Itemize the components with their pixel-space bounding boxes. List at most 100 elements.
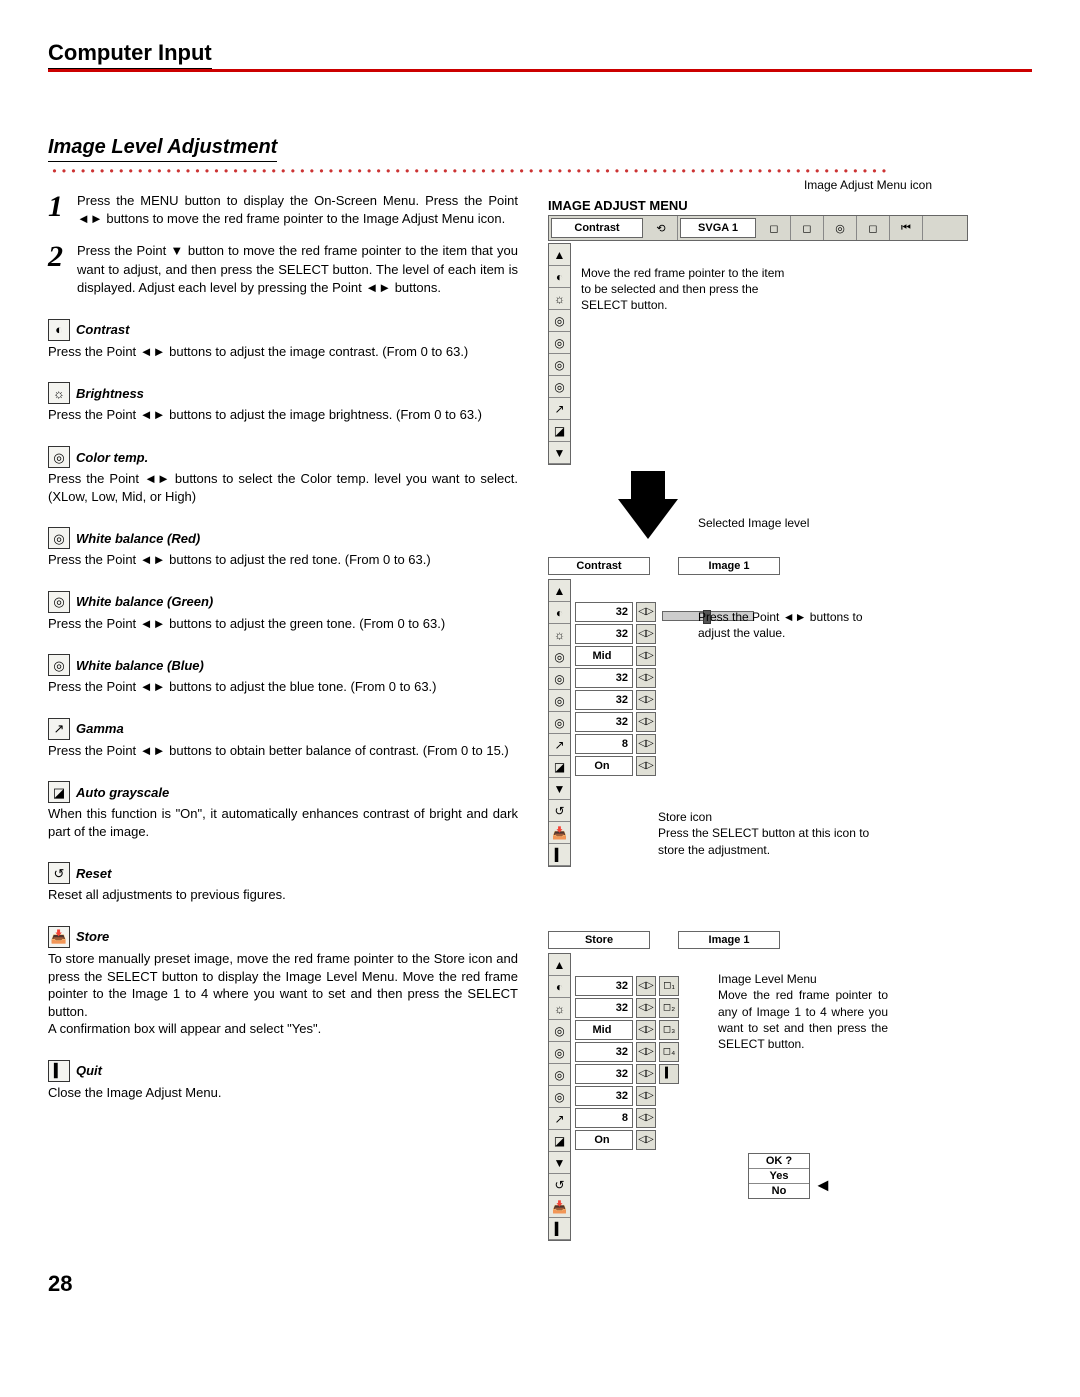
ok-no: No [749,1184,809,1198]
left-column: 1 Press the MENU button to display the O… [48,178,518,1241]
icon-column: ▲ ◐ ☼ ◎ ◎ ◎ ◎ ↗ ◪ ▼ [548,243,571,465]
icon-column: ▲ ◐ ☼ ◎ ◎ ◎ ◎ ↗ ◪ ▼ ↺ 📥 ▍ [548,953,571,1241]
row-icon: ◐ [549,976,570,998]
leftrigth-control-icon: ◁▷ [636,624,656,644]
wb-blue-icon: ◎ [549,376,570,398]
icon-column: ▲ ◐ ☼ ◎ ◎ ◎ ◎ ↗ ◪ ▼ ↺ 📥 ▍ [548,579,571,867]
value-box: 32 [575,976,633,996]
row-icon: ◎ [549,1064,570,1086]
value-box: 32 [575,1042,633,1062]
page-number: 28 [48,1271,1032,1297]
annotation: Image Level Menu Move the red frame poin… [718,971,888,1052]
wb-green-icon: ◎ [549,354,570,376]
item-desc: Press the Point ◄► buttons to adjust the… [48,343,518,361]
selected-image-level-label: Selected Image level [698,515,968,531]
row-icon: ☼ [549,624,570,646]
big-arrow-icon [631,471,665,499]
leftrigth-control-icon: ◁▷ [636,646,656,666]
panel-name: Contrast [548,557,650,575]
row-icon: ☼ [549,998,570,1020]
store-icon: 📥 [549,1196,570,1218]
value-box: 32 [575,712,633,732]
quit-small-icon: ▍ [659,1064,679,1084]
menu-small-icon: ◻ [758,216,791,240]
image-adjust-menu-label: IMAGE ADJUST MENU [548,198,968,213]
leftrigth-control-icon: ◁▷ [636,1086,656,1106]
panel-mode: Image 1 [678,557,780,575]
item-label: Auto grayscale [76,785,169,800]
item-label: Gamma [76,721,124,736]
item-label: Brightness [76,386,144,401]
color-temp-icon: ◎ [549,310,570,332]
item-desc: Press the Point ◄► buttons to obtain bet… [48,742,518,760]
dotted-rule: • • • • • • • • • • • • • • • • • • • • … [48,164,887,178]
item-desc: Press the Point ◄► buttons to adjust the… [48,551,518,569]
item-desc: Press the Point ◄► buttons to adjust the… [48,615,518,633]
wb-red-icon: ◎ [48,527,70,549]
row-icon: ◪ [549,756,570,778]
nav-up-icon: ▲ [549,954,570,976]
image-slot-icon: ◻₂ [659,998,679,1018]
value-box: 32 [575,668,633,688]
leftrigth-control-icon: ◁▷ [636,690,656,710]
value-box: 32 [575,1064,633,1084]
brightness-icon: ☼ [48,382,70,404]
reset-icon: ↺ [48,862,70,884]
nav-up-icon: ▲ [549,580,570,602]
nav-down-icon: ▼ [549,778,570,800]
right-column: Image Adjust Menu icon IMAGE ADJUST MENU… [548,178,968,1241]
item-label: Quit [76,1063,102,1078]
value-box: 32 [575,602,633,622]
item-label: White balance (Green) [76,594,213,609]
leftrigth-control-icon: ◁▷ [636,998,656,1018]
value-box: Mid [575,646,633,666]
row-icon: ◎ [549,1086,570,1108]
brightness-icon: ☼ [549,288,570,310]
item-label: White balance (Blue) [76,658,204,673]
reset-icon: ↺ [549,1174,570,1196]
value-box: On [575,1130,633,1150]
value-box: 32 [575,690,633,710]
item-desc: Close the Image Adjust Menu. [48,1084,518,1102]
item-label: Store [76,929,109,944]
item-desc: When this function is "On", it automatic… [48,805,518,840]
section-subtitle: Image Level Adjustment [48,136,277,162]
image-slot-icon: ◻₃ [659,1020,679,1040]
leftrigth-control-icon: ◁▷ [636,734,656,754]
leftrigth-control-icon: ◁▷ [636,668,656,688]
wb-green-icon: ◎ [48,591,70,613]
item-desc: Reset all adjustments to previous figure… [48,886,518,904]
annotation: Move the red frame pointer to the item t… [581,265,791,465]
step1-text: Press the MENU button to display the On-… [77,192,518,228]
item-label: Reset [76,866,111,881]
ok-question: OK ? [749,1154,809,1169]
contrast-icon: ◐ [48,319,70,341]
item-desc: Press the Point ◄► buttons to select the… [48,470,518,505]
row-icon: ◎ [549,1020,570,1042]
contrast-icon: ◐ [549,266,570,288]
menu-small-icon: ◎ [824,216,857,240]
wb-red-icon: ◎ [549,332,570,354]
menu-small-icon: ◻ [857,216,890,240]
confirm-box: OK ? Yes No [748,1153,810,1199]
menu-icon-label: Image Adjust Menu icon [768,178,968,192]
gamma-icon: ↗ [549,398,570,420]
menu-bar-name: Contrast [551,218,643,238]
nav-up-icon: ▲ [549,244,570,266]
item-desc: Press the Point ◄► buttons to adjust the… [48,406,518,424]
big-arrow-icon [618,499,678,539]
menu-bar-mode: SVGA 1 [680,218,756,238]
item-desc: Press the Point ◄► buttons to adjust the… [48,678,518,696]
row-icon: ◪ [549,1130,570,1152]
value-box: 8 [575,1108,633,1128]
menu-small-icon: ◻ [791,216,824,240]
nav-down-icon: ▼ [549,442,570,464]
item-label: Color temp. [76,450,148,465]
reset-icon: ↺ [549,800,570,822]
item-label: Contrast [76,322,129,337]
value-box: 32 [575,624,633,644]
section-title: Computer Input [48,40,212,69]
color-temp-icon: ◎ [48,446,70,468]
menu-icon: ⟲ [645,216,678,240]
image-slot-icon: ◻₄ [659,1042,679,1062]
